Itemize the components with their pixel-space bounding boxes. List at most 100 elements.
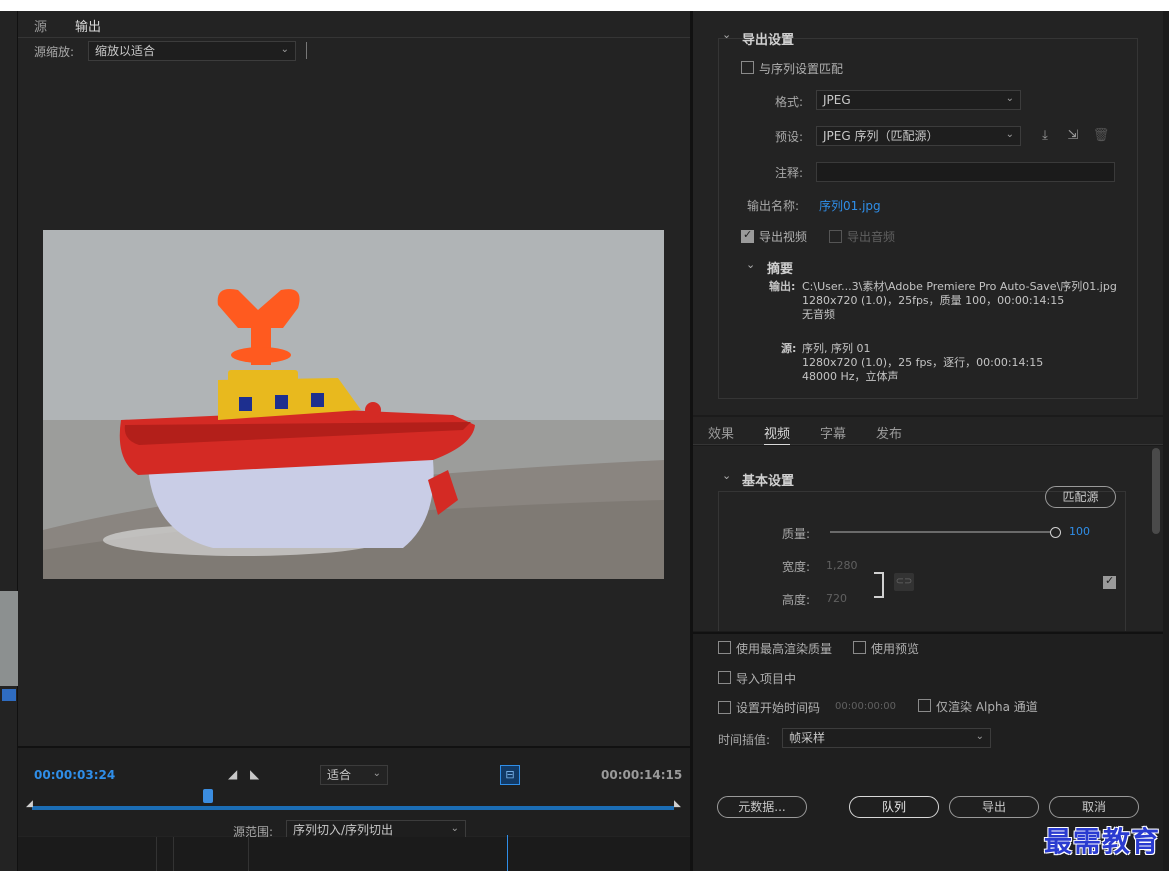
- preset-value: JPEG 序列（匹配源）: [823, 129, 939, 143]
- time-interpolation-value: 帧采样: [789, 731, 826, 745]
- current-timecode[interactable]: 00:00:03:24: [34, 768, 115, 782]
- tab-captions[interactable]: 字幕: [820, 423, 846, 444]
- metadata-button[interactable]: 元数据...: [717, 796, 807, 818]
- delete-preset-icon[interactable]: 🗑: [1092, 128, 1110, 144]
- time-interpolation-select[interactable]: 帧采样 ⌄: [782, 728, 991, 748]
- export-button[interactable]: 导出: [949, 796, 1039, 818]
- width-value[interactable]: 1,280: [826, 559, 858, 572]
- export-audio-checkbox[interactable]: [829, 230, 842, 243]
- source-scale-label: 源缩放:: [34, 45, 75, 59]
- quality-slider-track[interactable]: [830, 531, 1056, 533]
- summary-heading: 摘要: [767, 262, 794, 277]
- queue-button[interactable]: 队列: [849, 796, 939, 818]
- tab-divider: [18, 37, 690, 38]
- timeline-bar[interactable]: [32, 806, 674, 810]
- link-icon[interactable]: ⊂⊃: [894, 573, 914, 591]
- preset-label: 预设:: [775, 130, 804, 144]
- time-interpolation-label: 时间插值:: [718, 733, 771, 747]
- import-into-project-label: 导入项目中: [736, 672, 797, 686]
- chevron-down-icon[interactable]: ⌄: [722, 469, 731, 482]
- width-height-override-checkbox[interactable]: [1103, 574, 1116, 589]
- chevron-down-icon[interactable]: ⌄: [722, 28, 731, 41]
- video-preview: [43, 230, 664, 579]
- settings-tabs: 效果 视频 字幕 发布: [693, 417, 1169, 445]
- divider: [156, 837, 157, 871]
- export-audio-label: 导出音频: [847, 230, 896, 244]
- start-timecode-value[interactable]: 00:00:00:00: [835, 701, 896, 712]
- width-label: 宽度:: [782, 560, 811, 574]
- save-preset-icon[interactable]: ⤓: [1036, 128, 1054, 144]
- use-previews-checkbox[interactable]: [853, 641, 866, 654]
- height-value[interactable]: 720: [826, 592, 847, 605]
- summary-source-line2: 1280x720 (1.0)，25 fps，逐行，00:00:14:15: [802, 356, 1044, 369]
- film-icon: [2, 689, 16, 701]
- thumbnail-strip: [0, 591, 18, 686]
- link-bracket: [874, 572, 884, 598]
- chevron-down-icon: ⌄: [975, 731, 984, 742]
- export-settings-heading: 导出设置: [742, 33, 795, 48]
- source-range-value: 序列切入/序列切出: [293, 823, 394, 837]
- tab-source[interactable]: 源: [34, 16, 47, 37]
- cancel-button[interactable]: 取消: [1049, 796, 1139, 818]
- preset-select[interactable]: JPEG 序列（匹配源） ⌄: [816, 126, 1021, 146]
- source-output-panel: 源 输出 源缩放: 缩放以适合 ⌄ 00:00:03:24 ◢ ◣ 适合 ⌄ ⊟…: [18, 11, 690, 840]
- max-render-quality-checkbox[interactable]: [718, 641, 731, 654]
- use-previews-label: 使用预览: [871, 642, 920, 656]
- output-name-label: 输出名称:: [747, 199, 800, 213]
- source-scale-select[interactable]: 缩放以适合 ⌄: [88, 41, 296, 61]
- import-into-project-checkbox[interactable]: [718, 671, 731, 684]
- out-point-marker[interactable]: ◣: [674, 799, 681, 809]
- basic-settings-box: [718, 491, 1126, 631]
- format-select[interactable]: JPEG ⌄: [816, 90, 1021, 110]
- mark-out-icon[interactable]: ◣: [250, 767, 259, 781]
- tab-output[interactable]: 输出: [75, 16, 102, 38]
- quality-value[interactable]: 100: [1069, 525, 1090, 538]
- tab-video[interactable]: 视频: [764, 423, 791, 445]
- playhead-handle[interactable]: [203, 789, 213, 803]
- divider: [248, 837, 249, 871]
- divider: [173, 837, 174, 871]
- window-title-bar: [0, 0, 1169, 11]
- fit-select[interactable]: 适合 ⌄: [320, 765, 388, 785]
- basic-settings-heading: 基本设置: [742, 474, 795, 489]
- summary-source-label: 源:: [781, 342, 797, 355]
- set-start-timecode-label: 设置开始时间码: [736, 701, 821, 715]
- quality-label: 质量:: [782, 527, 811, 541]
- watermark-logo: 最需教育: [1044, 825, 1161, 858]
- chevron-down-icon: ⌄: [1005, 129, 1014, 140]
- export-video-checkbox[interactable]: [741, 228, 754, 243]
- match-sequence-label: 与序列设置匹配: [759, 62, 844, 76]
- chevron-down-icon: ⌄: [1005, 93, 1014, 104]
- tab-effects[interactable]: 效果: [708, 423, 734, 444]
- export-video-label: 导出视频: [759, 230, 808, 244]
- summary-output-line3: 无音频: [802, 308, 835, 321]
- match-sequence-checkbox[interactable]: [741, 61, 754, 74]
- render-alpha-checkbox[interactable]: [918, 699, 931, 712]
- import-preset-icon[interactable]: ⇲: [1064, 128, 1082, 144]
- quality-slider-handle[interactable]: [1050, 527, 1061, 538]
- panel-splitter[interactable]: [690, 11, 693, 871]
- mark-in-icon[interactable]: ◢: [228, 767, 237, 781]
- summary-output-line2: 1280x720 (1.0)，25fps，质量 100，00:00:14:15: [802, 294, 1065, 307]
- right-edge: [1163, 11, 1169, 871]
- set-start-timecode-checkbox[interactable]: [718, 701, 731, 714]
- safe-margins-icon[interactable]: ⊟: [500, 765, 520, 785]
- chevron-down-icon: ⌄: [372, 768, 381, 779]
- settings-scrollbar[interactable]: [1152, 448, 1160, 534]
- tab-publish[interactable]: 发布: [876, 423, 902, 444]
- comment-label: 注释:: [775, 166, 804, 180]
- chevron-down-icon: ⌄: [280, 44, 289, 55]
- height-label: 高度:: [782, 593, 811, 607]
- source-scale-value: 缩放以适合: [95, 44, 156, 58]
- left-edge-strip: [0, 11, 18, 871]
- comment-field[interactable]: [816, 162, 1115, 182]
- output-name-link[interactable]: 序列01.jpg: [819, 197, 881, 214]
- end-timecode: 00:00:14:15: [601, 768, 683, 782]
- toolbar-divider: [306, 42, 307, 59]
- match-source-button[interactable]: 匹配源: [1045, 486, 1116, 508]
- timeline-cursor: [507, 835, 508, 871]
- chevron-down-icon[interactable]: ⌄: [746, 258, 755, 271]
- summary-output-line1: C:\User...3\素材\Adobe Premiere Pro Auto-S…: [802, 280, 1117, 293]
- chevron-down-icon: ⌄: [450, 823, 459, 834]
- in-point-marker[interactable]: ◢: [26, 799, 33, 809]
